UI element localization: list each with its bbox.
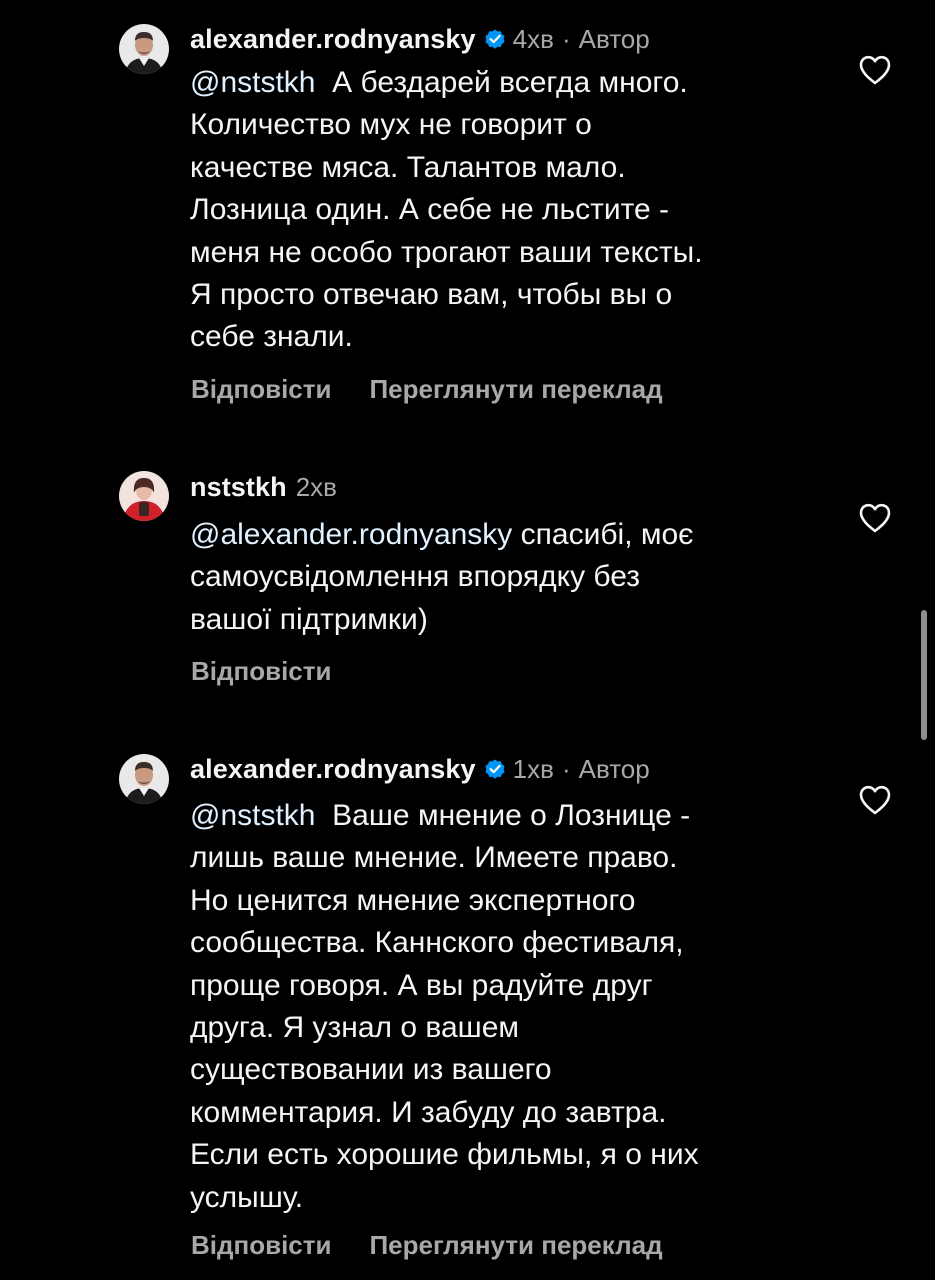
woman-red-outfit-avatar xyxy=(119,471,169,521)
comment-actions: Відповісти xyxy=(191,654,331,688)
comment-header: alexander.rodnyansky 1хв · Автор xyxy=(190,752,650,786)
comment-header: alexander.rodnyansky 4хв · Автор xyxy=(190,22,650,56)
comment-time: 1хв xyxy=(512,753,554,784)
username[interactable]: nststkh xyxy=(190,472,287,503)
comment-time: 4хв xyxy=(512,23,554,54)
comment-body: А бездарей всегда много. Количество мух … xyxy=(190,66,703,354)
comment-time: 2хв xyxy=(295,471,337,502)
avatar-alexander-rodnyansky[interactable] xyxy=(119,24,169,74)
man-portrait-avatar xyxy=(119,754,169,804)
see-translation-button[interactable]: Переглянути переклад xyxy=(369,1230,662,1261)
reply-button[interactable]: Відповісти xyxy=(191,374,331,405)
mention-link[interactable]: @nststkh xyxy=(190,799,316,832)
reply-button[interactable]: Відповісти xyxy=(191,656,331,687)
heart-outline-icon xyxy=(859,785,891,815)
separator-dot: · xyxy=(561,753,571,784)
separator-dot: · xyxy=(561,23,571,54)
comment-actions: Відповісти Переглянути переклад xyxy=(191,1228,663,1262)
reply-button[interactable]: Відповісти xyxy=(191,1230,331,1261)
comment-header: nststkh 2хв xyxy=(190,470,337,504)
avatar-alexander-rodnyansky[interactable] xyxy=(119,754,169,804)
heart-outline-icon xyxy=(859,503,891,533)
verified-badge-icon xyxy=(483,757,507,781)
avatar-nststkh[interactable] xyxy=(119,471,169,521)
author-tag: Автор xyxy=(578,753,650,784)
comment-text: @nststkh А бездарей всегда много. Количе… xyxy=(190,62,830,359)
comment-body: Ваше мнение о Лознице - лишь ваше мнение… xyxy=(190,799,699,1214)
heart-outline-icon xyxy=(859,55,891,85)
comment-text: @alexander.rodnyansky спасибі, моє самоу… xyxy=(190,514,830,641)
scrollbar[interactable] xyxy=(921,610,927,740)
mention-link[interactable]: @alexander.rodnyansky xyxy=(190,518,512,551)
like-button[interactable] xyxy=(858,502,892,534)
mention-link[interactable]: @nststkh xyxy=(190,66,316,99)
like-button[interactable] xyxy=(858,54,892,86)
username[interactable]: alexander.rodnyansky xyxy=(190,24,476,55)
see-translation-button[interactable]: Переглянути переклад xyxy=(369,374,662,405)
like-button[interactable] xyxy=(858,784,892,816)
comment-text: @nststkh Ваше мнение о Лознице - лишь ва… xyxy=(190,795,830,1219)
username[interactable]: alexander.rodnyansky xyxy=(190,754,476,785)
verified-badge-icon xyxy=(483,27,507,51)
comment-actions: Відповісти Переглянути переклад xyxy=(191,372,663,406)
author-tag: Автор xyxy=(578,23,650,54)
man-portrait-avatar xyxy=(119,24,169,74)
